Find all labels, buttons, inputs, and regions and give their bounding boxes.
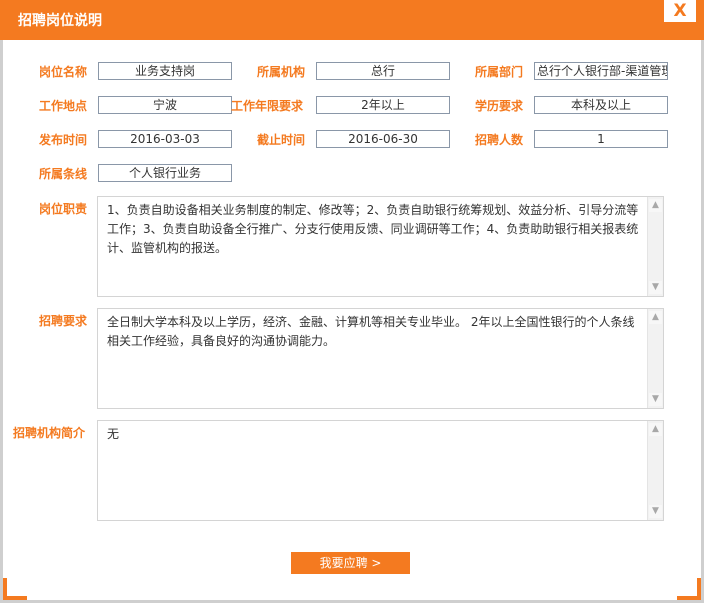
requirements-text: 全日制大学本科及以上学历，经济、金融、计算机等相关专业毕业。 2年以上全国性银行… bbox=[107, 315, 635, 348]
scroll-up-arrow-icon[interactable]: ▲ bbox=[649, 199, 662, 212]
department-label: 所属部门 bbox=[475, 65, 524, 79]
intro-label: 招聘机构简介 bbox=[13, 426, 86, 440]
education-field[interactable]: 本科及以上 bbox=[534, 96, 668, 114]
scroll-down-arrow-icon[interactable]: ▼ bbox=[649, 505, 662, 518]
scroll-up-arrow-icon[interactable]: ▲ bbox=[649, 423, 662, 436]
experience-label: 工作年限要求 bbox=[231, 99, 304, 113]
location-label: 工作地点 bbox=[39, 99, 88, 113]
publish-date-label: 发布时间 bbox=[39, 133, 88, 147]
duties-textarea[interactable]: 1、负责自助设备相关业务制度的制定、修改等；2、负责自助银行统筹规划、效益分析、… bbox=[97, 196, 664, 297]
duties-scrollbar[interactable]: ▲ ▼ bbox=[647, 197, 663, 296]
dialog-titlebar: 招聘岗位说明 X bbox=[0, 0, 704, 40]
position-name-label: 岗位名称 bbox=[39, 65, 88, 79]
requirements-textarea[interactable]: 全日制大学本科及以上学历，经济、金融、计算机等相关专业毕业。 2年以上全国性银行… bbox=[97, 308, 664, 409]
job-detail-dialog: 招聘岗位说明 X 岗位名称 业务支持岗 所属机构 总行 所属部门 总行个人银行部… bbox=[0, 0, 704, 603]
scroll-down-arrow-icon[interactable]: ▼ bbox=[649, 281, 662, 294]
corner-accent-bottom-left-h bbox=[3, 596, 27, 600]
deadline-field[interactable]: 2016-06-30 bbox=[316, 130, 450, 148]
institution-label: 所属机构 bbox=[257, 65, 306, 79]
duties-text: 1、负责自助设备相关业务制度的制定、修改等；2、负责自助银行统筹规划、效益分析、… bbox=[107, 203, 639, 255]
requirements-label: 招聘要求 bbox=[39, 314, 88, 328]
deadline-label: 截止时间 bbox=[257, 133, 306, 147]
intro-scrollbar[interactable]: ▲ ▼ bbox=[647, 421, 663, 520]
location-field[interactable]: 宁波 bbox=[98, 96, 232, 114]
scroll-down-arrow-icon[interactable]: ▼ bbox=[649, 393, 662, 406]
dialog-title: 招聘岗位说明 bbox=[18, 13, 102, 29]
business-line-field[interactable]: 个人银行业务 bbox=[98, 164, 232, 182]
corner-accent-bottom-right-h bbox=[677, 596, 701, 600]
requirements-scrollbar[interactable]: ▲ ▼ bbox=[647, 309, 663, 408]
apply-button[interactable]: 我要应聘 > bbox=[291, 552, 410, 574]
publish-date-field[interactable]: 2016-03-03 bbox=[98, 130, 232, 148]
institution-field[interactable]: 总行 bbox=[316, 62, 450, 80]
business-line-label: 所属条线 bbox=[39, 167, 88, 181]
department-field[interactable]: 总行个人银行部-渠道管理 bbox=[534, 62, 668, 80]
education-label: 学历要求 bbox=[475, 99, 524, 113]
left-border bbox=[0, 40, 3, 600]
close-button[interactable]: X bbox=[664, 0, 696, 22]
headcount-label: 招聘人数 bbox=[475, 133, 524, 147]
position-name-field[interactable]: 业务支持岗 bbox=[98, 62, 232, 80]
intro-textarea[interactable]: 无 ▲ ▼ bbox=[97, 420, 664, 521]
intro-text: 无 bbox=[107, 427, 120, 441]
scroll-up-arrow-icon[interactable]: ▲ bbox=[649, 311, 662, 324]
headcount-field[interactable]: 1 bbox=[534, 130, 668, 148]
duties-label: 岗位职责 bbox=[39, 202, 88, 216]
experience-field[interactable]: 2年以上 bbox=[316, 96, 450, 114]
